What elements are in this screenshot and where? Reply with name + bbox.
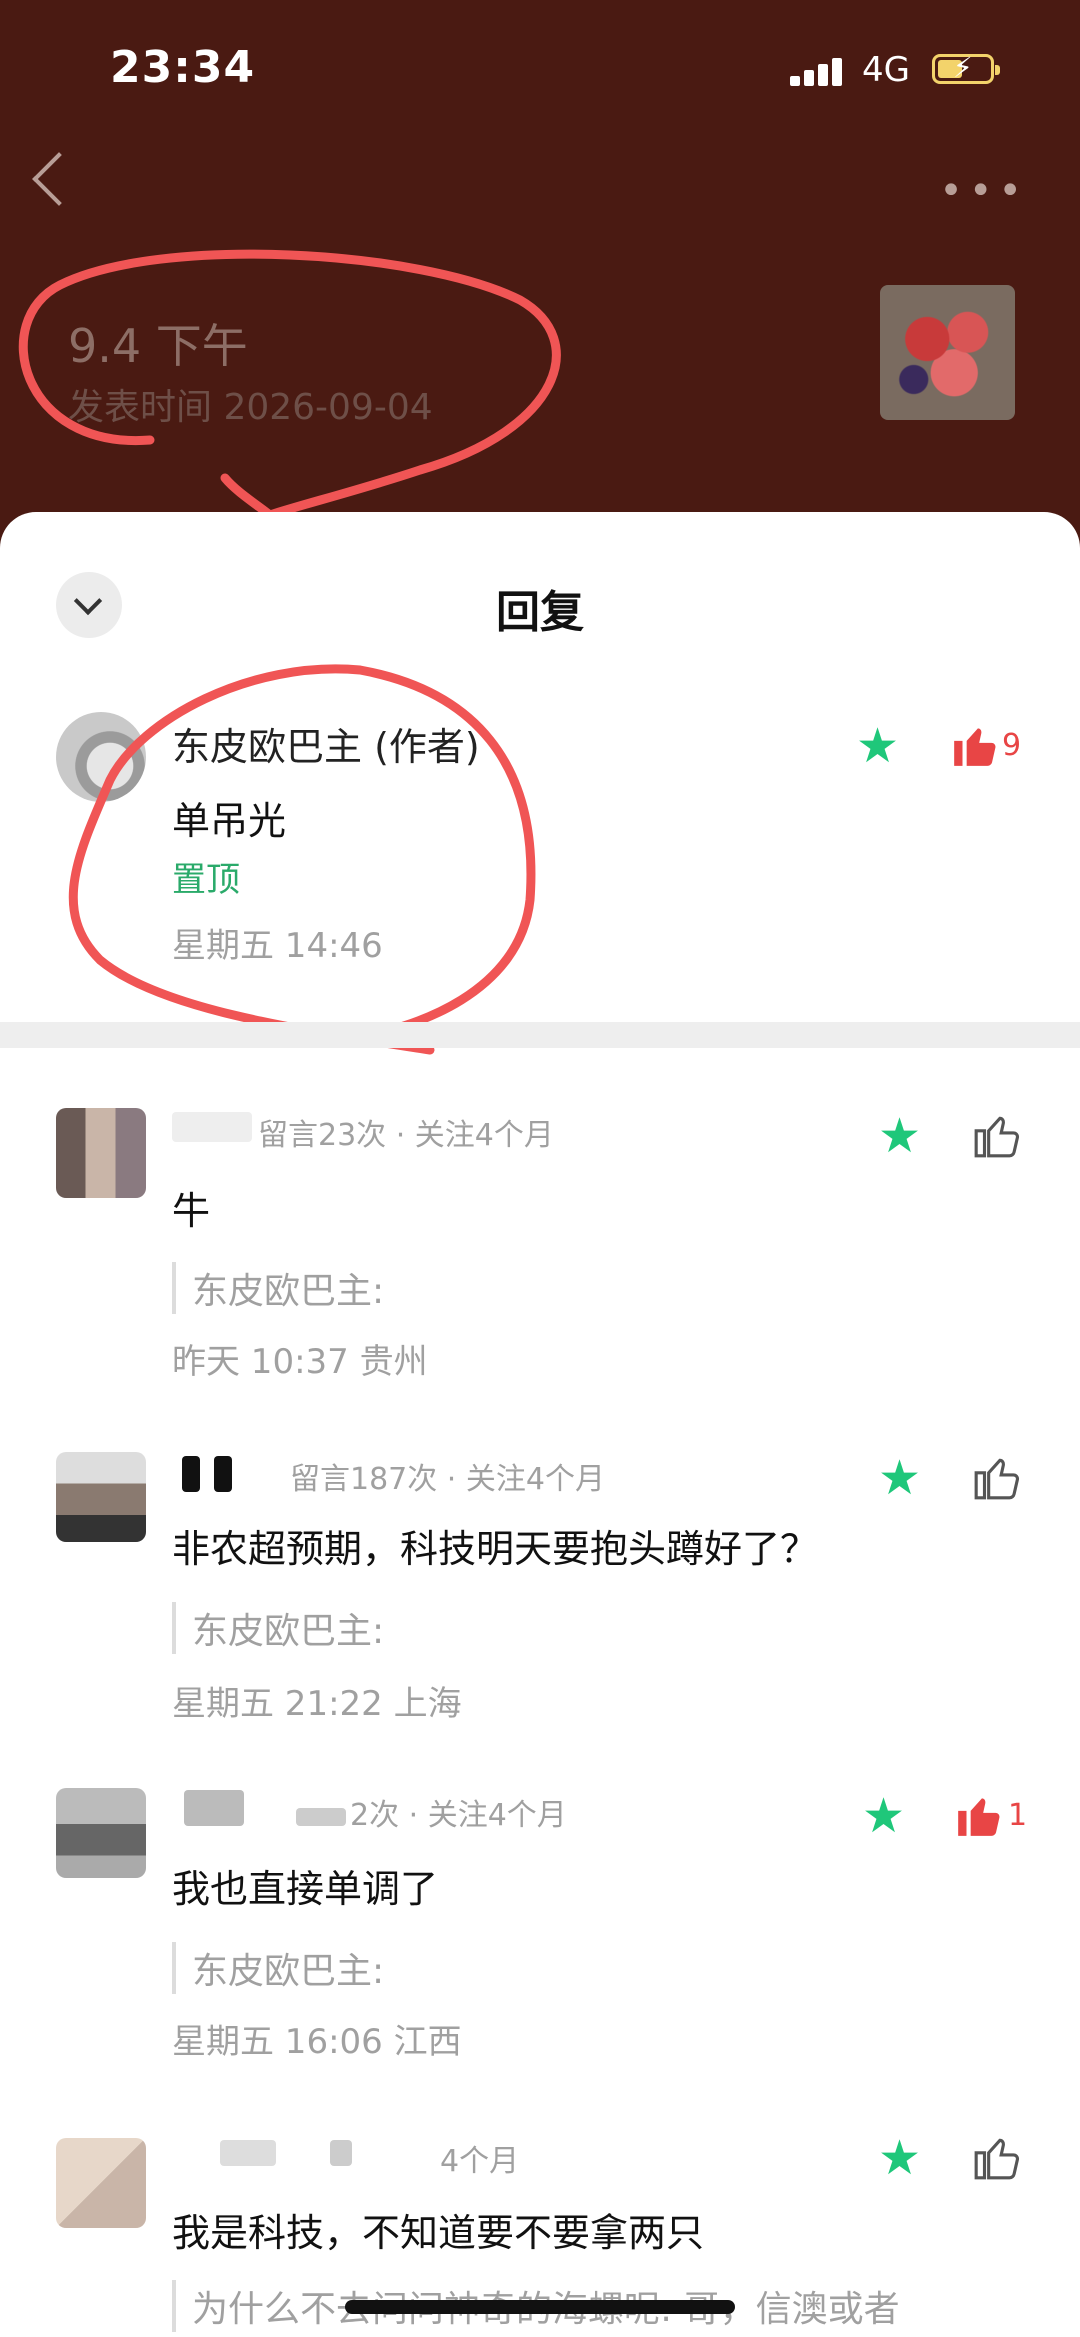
thumbs-up-icon[interactable]	[972, 1110, 1022, 1160]
username-blurred	[296, 1808, 346, 1826]
status-time: 23:34	[110, 42, 256, 93]
star-icon[interactable]: ★	[878, 1454, 921, 1502]
post-header: 23:34 4G ⚡ ••• 9.4 下午 发表时间 2026-09-04	[0, 0, 1080, 560]
comment-time: 星期五 14:46	[172, 926, 383, 966]
home-indicator[interactable]	[345, 2300, 735, 2314]
username-blurred	[330, 2140, 352, 2166]
avatar[interactable]	[56, 1452, 146, 1542]
star-icon[interactable]: ★	[878, 1112, 921, 1160]
thumbs-up-icon[interactable]	[972, 2132, 1022, 2182]
signal-icon	[790, 58, 846, 86]
username-blurred	[172, 1112, 252, 1142]
reply-time: 星期五 21:22 上海	[172, 1684, 462, 1724]
avatar[interactable]	[56, 2138, 146, 2228]
back-button[interactable]	[32, 152, 86, 206]
username-blurred	[220, 2140, 276, 2166]
comment-content: 单吊光	[172, 799, 287, 843]
star-icon[interactable]: ★	[862, 1792, 905, 1840]
reply-time: 星期五 16:06 江西	[172, 2022, 462, 2062]
post-title: 9.4 下午	[68, 319, 248, 373]
thumbs-up-icon[interactable]	[972, 1452, 1022, 1502]
avatar[interactable]	[56, 712, 146, 802]
username-blurred	[182, 1456, 200, 1492]
reply-content: 我也直接单调了	[172, 1867, 439, 1911]
reply-sheet	[0, 512, 1080, 2337]
like-count: 9	[1002, 728, 1022, 763]
reply-quote: 东皮欧巴主:	[172, 1942, 384, 1994]
reply-content: 我是科技，不知道要不要拿两只	[172, 2211, 705, 2255]
network-label: 4G	[862, 50, 910, 90]
avatar[interactable]	[56, 1788, 146, 1878]
username-blurred	[214, 1456, 232, 1492]
reply-content: 牛	[172, 1189, 211, 1233]
pinned-label: 置顶	[172, 860, 240, 900]
reply-meta: 2次 · 关注4个月	[350, 1798, 567, 1833]
reply-meta: 4个月	[440, 2144, 520, 2179]
reply-content: 非农超预期，科技明天要抱头蹲好了？	[172, 1527, 819, 1571]
sheet-title: 回复	[496, 587, 584, 638]
like-count: 1	[1008, 1798, 1028, 1833]
post-thumbnail[interactable]	[880, 285, 1015, 420]
star-icon[interactable]: ★	[856, 722, 899, 770]
star-icon[interactable]: ★	[878, 2134, 921, 2182]
reply-quote: 东皮欧巴主:	[172, 1602, 384, 1654]
username-blurred	[184, 1790, 244, 1826]
post-publish-time: 发表时间 2026-09-04	[68, 387, 433, 428]
thumbs-up-icon[interactable]	[954, 1790, 1004, 1840]
battery-icon: ⚡	[932, 53, 1000, 84]
reply-time: 昨天 10:37 贵州	[172, 1342, 428, 1382]
reply-meta: 留言23次 · 关注4个月	[258, 1118, 554, 1153]
comment-author[interactable]: 东皮欧巴主 (作者)	[172, 716, 480, 771]
thumbs-up-icon[interactable]	[950, 720, 1000, 770]
reply-meta: 留言187次 · 关注4个月	[290, 1462, 605, 1497]
reply-quote: 东皮欧巴主:	[172, 1262, 384, 1314]
avatar[interactable]	[56, 1108, 146, 1198]
section-divider	[0, 1022, 1080, 1048]
more-options-icon[interactable]: •••	[939, 168, 1028, 214]
